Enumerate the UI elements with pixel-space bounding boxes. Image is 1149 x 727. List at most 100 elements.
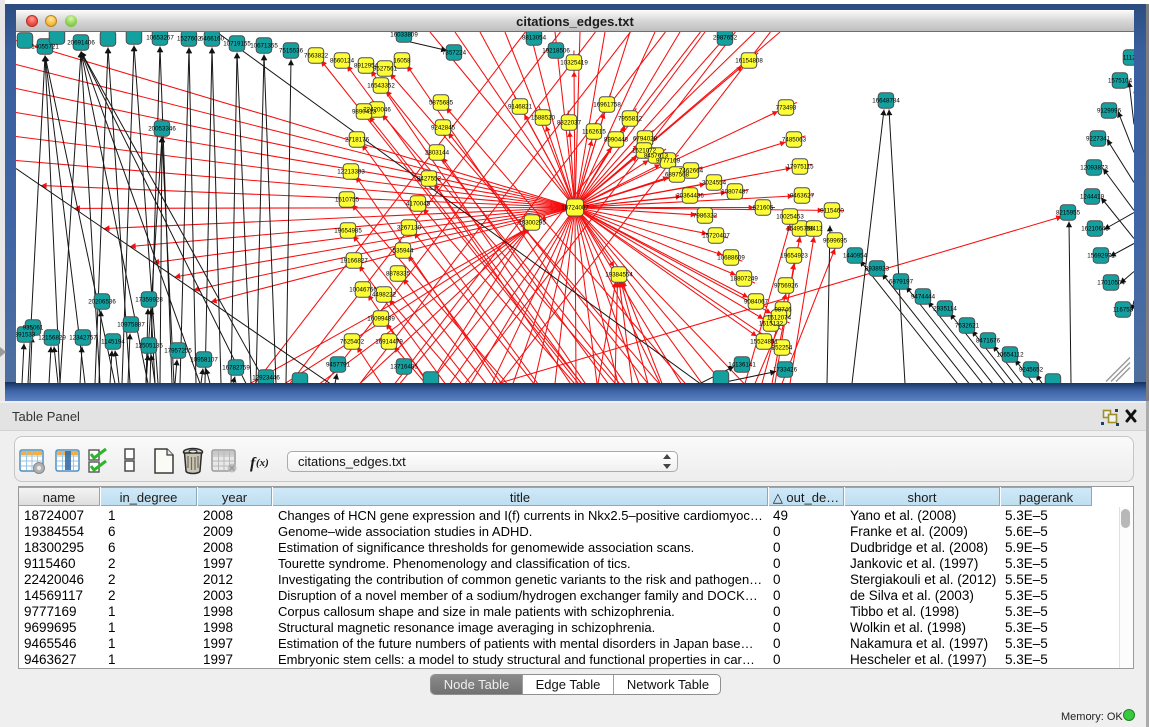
svg-text:19654985: 19654985 <box>334 228 362 235</box>
svg-text:3267130: 3267130 <box>397 225 422 232</box>
svg-text:15720407: 15720407 <box>702 233 730 240</box>
svg-text:1588520: 1588520 <box>531 115 556 122</box>
svg-text:10653267: 10653267 <box>146 35 174 42</box>
svg-text:8990448: 8990448 <box>604 137 629 144</box>
svg-text:9146821: 9146821 <box>508 104 533 111</box>
svg-text:6466160: 6466160 <box>200 36 225 43</box>
svg-text:116753: 116753 <box>1113 307 1134 314</box>
svg-text:19654923: 19654923 <box>780 253 808 260</box>
svg-text:16543352: 16543352 <box>367 83 395 90</box>
svg-text:20364436: 20364436 <box>676 193 704 200</box>
svg-text:14136141: 14136141 <box>728 362 756 369</box>
svg-text:535944: 535944 <box>393 248 414 255</box>
svg-text:8938923: 8938923 <box>865 266 890 273</box>
svg-text:19384554: 19384554 <box>605 272 633 279</box>
svg-text:19166827: 19166827 <box>340 258 368 265</box>
svg-text:10671355: 10671355 <box>250 43 278 50</box>
svg-text:4498222: 4498222 <box>372 292 397 299</box>
svg-text:9242845: 9242845 <box>431 125 456 132</box>
svg-text:8660124: 8660124 <box>330 58 355 65</box>
svg-text:9890413: 9890413 <box>352 109 377 116</box>
svg-text:935061: 935061 <box>23 325 44 332</box>
svg-text:10025453: 10025453 <box>776 214 804 221</box>
svg-text:621605: 621605 <box>753 205 774 212</box>
svg-text:9227341: 9227341 <box>1086 136 1111 143</box>
svg-text:12342757: 12342757 <box>69 335 97 342</box>
svg-text:98746: 98746 <box>774 307 792 314</box>
svg-text:17975115: 17975115 <box>786 164 814 171</box>
svg-text:1527602: 1527602 <box>177 36 202 43</box>
svg-text:1575104: 1575104 <box>1108 78 1133 85</box>
svg-text:7986322: 7986322 <box>693 213 718 220</box>
svg-text:6897568: 6897568 <box>665 172 690 179</box>
svg-text:3024554: 3024554 <box>702 180 727 187</box>
svg-text:7515536: 7515536 <box>279 48 304 55</box>
svg-text:7625402: 7625402 <box>340 339 365 346</box>
svg-text:9777169: 9777169 <box>656 158 681 165</box>
svg-text:17957255: 17957255 <box>164 348 192 355</box>
svg-text:7357224: 7357224 <box>442 50 467 57</box>
svg-text:18724007: 18724007 <box>561 205 589 212</box>
svg-text:1145194: 1145194 <box>101 339 125 346</box>
svg-text:16099489: 16099489 <box>367 316 395 323</box>
svg-text:(x): (x) <box>256 457 269 469</box>
svg-text:18300295: 18300295 <box>518 220 546 227</box>
svg-text:2803144: 2803144 <box>425 150 450 157</box>
svg-text:1162615: 1162615 <box>582 129 606 136</box>
svg-text:13716485: 13716485 <box>390 364 418 371</box>
svg-text:252254: 252254 <box>772 345 793 352</box>
svg-text:12213383: 12213383 <box>337 169 365 176</box>
svg-text:16210643: 16210643 <box>1081 226 1109 233</box>
svg-text:11122: 11122 <box>1123 55 1134 62</box>
svg-text:9129996: 9129996 <box>1097 108 1122 115</box>
svg-text:1612074: 1612074 <box>767 315 792 322</box>
svg-text:2987652: 2987652 <box>713 35 738 42</box>
svg-text:10807487: 10807487 <box>721 189 749 196</box>
svg-text:98412: 98412 <box>805 226 823 233</box>
svg-text:7485063: 7485063 <box>782 137 807 144</box>
svg-text:16058: 16058 <box>393 58 411 65</box>
svg-text:10325419: 10325419 <box>560 60 588 67</box>
svg-text:16648784: 16648784 <box>872 98 900 105</box>
svg-text:10719155: 10719155 <box>223 41 251 48</box>
svg-text:7663822: 7663822 <box>304 53 329 60</box>
svg-text:7955812: 7955812 <box>618 116 643 123</box>
svg-text:6879197: 6879197 <box>889 279 914 286</box>
svg-text:9457791: 9457791 <box>326 362 351 369</box>
svg-text:4170045: 4170045 <box>406 201 431 208</box>
svg-text:1244419: 1244419 <box>1080 194 1105 201</box>
svg-text:9245652: 9245652 <box>1019 367 1044 374</box>
svg-text:20691406: 20691406 <box>67 40 95 47</box>
svg-text:1615132: 1615132 <box>759 321 784 328</box>
svg-text:10688609: 10688609 <box>717 255 745 262</box>
svg-text:2935114: 2935114 <box>933 306 957 313</box>
svg-text:7632621: 7632621 <box>955 323 980 330</box>
svg-text:12156829: 12156829 <box>38 335 66 342</box>
svg-text:8322037: 8322037 <box>557 120 582 127</box>
svg-text:9463627: 9463627 <box>790 193 815 200</box>
svg-text:12505135: 12505135 <box>135 343 163 350</box>
svg-text:12093873: 12093873 <box>1080 165 1108 172</box>
svg-text:10975887: 10975887 <box>117 322 145 329</box>
svg-text:17010504: 17010504 <box>1097 280 1125 287</box>
svg-text:16961758: 16961758 <box>593 102 621 109</box>
svg-text:2718176: 2718176 <box>345 137 370 144</box>
svg-text:6794028: 6794028 <box>633 136 658 143</box>
svg-text:16914479: 16914479 <box>375 339 403 346</box>
svg-text:9699695: 9699695 <box>823 238 848 245</box>
svg-text:14055721: 14055721 <box>31 44 59 51</box>
svg-text:18807249: 18807249 <box>730 276 758 283</box>
svg-text:12923446: 12923446 <box>252 375 280 382</box>
svg-text:1610755: 1610755 <box>335 197 360 204</box>
svg-text:391533: 391533 <box>16 332 36 339</box>
svg-text:8878335: 8878335 <box>386 271 411 278</box>
svg-text:9084067: 9084067 <box>744 299 769 306</box>
svg-text:5875685: 5875685 <box>429 100 454 107</box>
svg-text:8427552: 8427552 <box>417 176 442 183</box>
svg-text:16154808: 16154808 <box>735 58 763 65</box>
svg-text:16782759: 16782759 <box>222 365 250 372</box>
svg-text:1733426: 1733426 <box>773 367 798 374</box>
svg-text:16033809: 16033809 <box>390 32 418 39</box>
svg-text:20053346: 20053346 <box>148 126 176 133</box>
svg-text:9474444: 9474444 <box>911 294 936 301</box>
